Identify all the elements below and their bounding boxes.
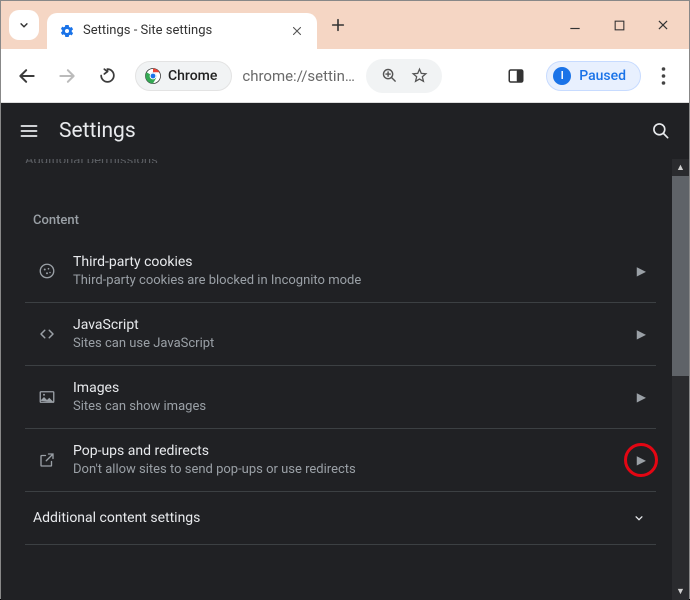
settings-menu-button[interactable]	[19, 121, 39, 141]
omnibox[interactable]: Chrome chrome://settin…	[135, 59, 488, 93]
row-third-party-cookies[interactable]: Third-party cookies Third-party cookies …	[25, 240, 656, 303]
side-panel-button[interactable]	[498, 58, 534, 94]
vertical-scrollbar[interactable]: ▲ ▼	[672, 159, 689, 600]
search-icon	[651, 121, 671, 141]
nav-reload-button[interactable]	[89, 58, 125, 94]
settings-content: Additional permissions Content Third-par…	[1, 159, 689, 600]
zoom-icon	[381, 67, 398, 84]
browser-toolbar: Chrome chrome://settin… I Paused	[1, 49, 689, 103]
row-additional-content-settings[interactable]: Additional content settings	[25, 492, 656, 545]
cookie-icon	[31, 262, 63, 280]
maximize-icon	[613, 19, 626, 32]
nav-back-button[interactable]	[9, 58, 45, 94]
site-chip[interactable]: Chrome	[135, 61, 232, 91]
window-minimize-button[interactable]	[553, 3, 597, 47]
row-subtitle: Sites can use JavaScript	[73, 336, 637, 351]
new-tab-button[interactable]	[323, 10, 353, 40]
profile-status: Paused	[579, 68, 626, 84]
browser-tab-active[interactable]: Settings - Site settings	[47, 13, 317, 49]
previous-section-label: Additional permissions	[25, 159, 656, 163]
hamburger-icon	[19, 121, 39, 141]
open-in-new-icon	[31, 451, 63, 469]
window-close-button[interactable]	[641, 3, 685, 47]
section-label-content: Content	[25, 213, 656, 228]
tab-search-button[interactable]	[9, 10, 39, 40]
code-icon	[31, 325, 63, 343]
gear-icon	[59, 23, 75, 39]
site-chip-label: Chrome	[168, 68, 217, 84]
chevron-right-icon: ▶	[637, 390, 646, 404]
reload-icon	[98, 66, 117, 85]
row-title: Additional content settings	[33, 510, 200, 526]
row-title: Third-party cookies	[73, 254, 637, 270]
window-controls	[553, 1, 685, 49]
row-javascript[interactable]: JavaScript Sites can use JavaScript ▶	[25, 303, 656, 366]
row-subtitle: Third-party cookies are blocked in Incog…	[73, 273, 637, 288]
arrow-left-icon	[17, 66, 37, 86]
chrome-logo-icon	[144, 67, 162, 85]
zoom-button[interactable]	[376, 63, 402, 89]
chevron-right-icon: ▶	[637, 327, 646, 341]
plus-icon	[330, 17, 346, 33]
star-icon	[411, 67, 428, 84]
chevron-down-icon	[632, 511, 646, 525]
row-images[interactable]: Images Sites can show images ▶	[25, 366, 656, 429]
row-title: Images	[73, 380, 637, 396]
image-icon	[31, 388, 63, 406]
scroll-thumb[interactable]	[672, 176, 689, 376]
window-maximize-button[interactable]	[597, 3, 641, 47]
scroll-up-button[interactable]: ▲	[672, 159, 689, 176]
close-icon	[656, 18, 670, 32]
bookmark-button[interactable]	[406, 63, 432, 89]
scroll-down-button[interactable]: ▼	[672, 583, 689, 600]
tab-close-button[interactable]	[287, 25, 307, 37]
profile-chip[interactable]: I Paused	[546, 61, 641, 91]
row-title: JavaScript	[73, 317, 637, 333]
arrow-right-icon	[57, 66, 77, 86]
page-title: Settings	[59, 119, 136, 143]
chevron-down-icon	[17, 18, 31, 32]
omnibox-actions	[366, 59, 442, 93]
browser-menu-button[interactable]	[645, 58, 681, 94]
settings-header: Settings	[1, 103, 689, 159]
nav-forward-button[interactable]	[49, 58, 85, 94]
row-subtitle: Don't allow sites to send pop-ups or use…	[73, 462, 637, 477]
url-text: chrome://settin…	[242, 67, 362, 85]
avatar: I	[553, 67, 571, 85]
browser-tab-strip: Settings - Site settings	[1, 1, 689, 49]
minimize-icon	[568, 18, 582, 32]
kebab-icon	[661, 67, 666, 85]
row-subtitle: Sites can show images	[73, 399, 637, 414]
settings-search-button[interactable]	[651, 121, 671, 141]
panel-icon	[507, 67, 525, 85]
tab-title: Settings - Site settings	[83, 23, 279, 38]
row-title: Pop-ups and redirects	[73, 443, 637, 459]
close-icon	[291, 25, 303, 37]
chevron-right-icon: ▶	[637, 264, 646, 278]
chevron-right-icon: ▶	[637, 453, 646, 467]
row-popups-redirects[interactable]: Pop-ups and redirects Don't allow sites …	[25, 429, 656, 492]
